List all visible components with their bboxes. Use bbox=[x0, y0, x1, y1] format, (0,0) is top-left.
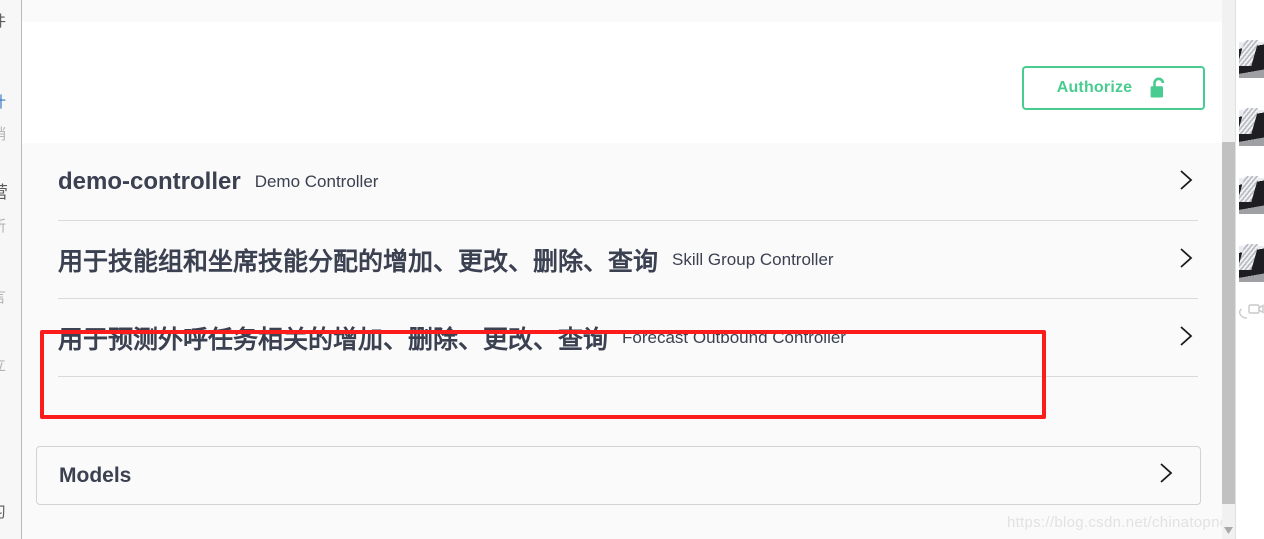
models-section[interactable]: Models bbox=[36, 446, 1201, 505]
authorize-label: Authorize bbox=[1056, 79, 1133, 96]
tag-description: Forecast Outbound Controller bbox=[622, 328, 846, 347]
chevron-right-icon[interactable] bbox=[1172, 323, 1198, 354]
row-divider bbox=[58, 376, 1198, 377]
sidebar-clipped-glyph: 件 bbox=[0, 14, 6, 29]
sidebar-clipped-glyph: 营 bbox=[0, 185, 8, 202]
tag-description: Demo Controller bbox=[254, 172, 379, 191]
thumbnail-item[interactable] bbox=[1239, 38, 1264, 90]
thumbnail-item[interactable] bbox=[1239, 174, 1264, 226]
swagger-ui-page: Authorize demo-controller Demo Controlle… bbox=[22, 0, 1234, 539]
tag-section-list: demo-controller Demo Controller 用于技能组和坐席… bbox=[36, 143, 1220, 377]
tag-title: 用于预测外呼任务相关的增加、删除、更改、查询 bbox=[58, 325, 609, 354]
top-grey-band bbox=[22, 0, 1234, 23]
tag-title: demo-controller bbox=[58, 168, 241, 195]
thumbnail-item[interactable] bbox=[1239, 106, 1264, 158]
info-header-section: Authorize bbox=[22, 22, 1234, 144]
sidebar-clipped-glyph: 计 bbox=[0, 95, 6, 110]
sidebar-clipped-glyph: 所 bbox=[0, 219, 6, 234]
sidebar-clipped-glyph: 销 bbox=[0, 127, 6, 142]
page-scrollbar[interactable] bbox=[1222, 0, 1235, 539]
tag-title: 用于技能组和坐席技能分配的增加、更改、删除、查询 bbox=[58, 247, 659, 276]
watermark-text: https://blog.csdn.net/chinatopno1 bbox=[1006, 514, 1237, 531]
models-label: Models bbox=[59, 463, 132, 487]
scrollbar-thumb[interactable] bbox=[1222, 142, 1235, 504]
chevron-right-icon[interactable] bbox=[1172, 245, 1198, 276]
clipped-right-panel bbox=[1235, 0, 1264, 539]
tag-section-skill-group-controller[interactable]: 用于技能组和坐席技能分配的增加、更改、删除、查询 Skill Group Con… bbox=[36, 221, 1220, 299]
triangle-down-icon[interactable] bbox=[1222, 523, 1235, 537]
operations-content: demo-controller Demo Controller 用于技能组和坐席… bbox=[22, 143, 1234, 539]
tag-section-demo-controller[interactable]: demo-controller Demo Controller bbox=[36, 143, 1220, 221]
chevron-right-icon[interactable] bbox=[1172, 167, 1198, 198]
authorize-button[interactable]: Authorize bbox=[1022, 66, 1205, 110]
video-call-icon[interactable] bbox=[1238, 300, 1264, 327]
sidebar-clipped-glyph: 习 bbox=[0, 505, 6, 520]
sidebar-clipped-glyph: 言 bbox=[0, 290, 6, 305]
chevron-right-icon[interactable] bbox=[1152, 460, 1178, 491]
sidebar-clipped-glyph: 立 bbox=[0, 358, 6, 373]
tag-description: Skill Group Controller bbox=[672, 250, 834, 269]
clipped-left-sidebar: 件 计 销 营 所 言 立 习 bbox=[0, 0, 22, 539]
unlock-icon bbox=[1148, 76, 1170, 100]
thumbnail-item[interactable] bbox=[1239, 242, 1264, 294]
tag-section-forecast-outbound-controller[interactable]: 用于预测外呼任务相关的增加、删除、更改、查询 Forecast Outbound… bbox=[36, 299, 1220, 377]
